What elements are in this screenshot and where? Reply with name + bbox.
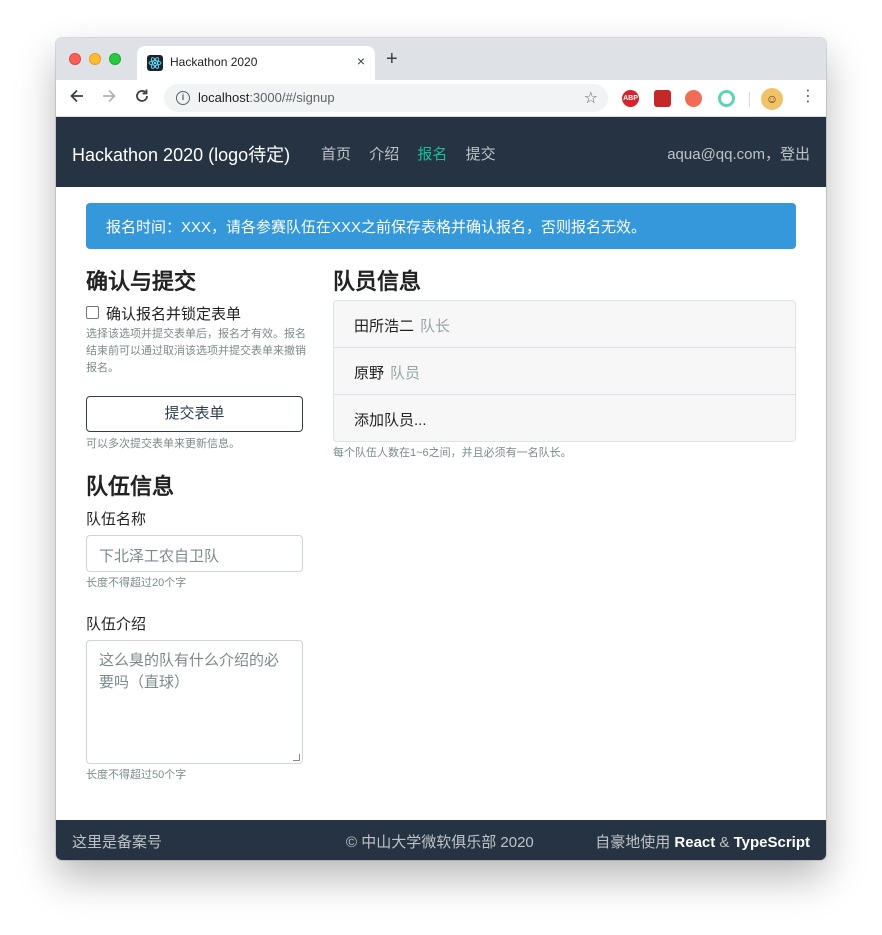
member-item[interactable]: 田所浩二 队长 [334,301,795,348]
confirm-heading: 确认与提交 [86,269,197,294]
footer-powered-by: 自豪地使用 React & TypeScript [595,831,810,852]
footer-icp: 这里是备案号 [72,834,163,851]
tab-close-icon[interactable]: × [357,53,365,69]
info-icon[interactable]: i [176,91,190,105]
user-logout-link[interactable]: aqua@qq.com，登出 [667,143,810,164]
confirm-checkbox[interactable] [86,306,99,319]
url-text[interactable]: localhost:3000/#/signup [198,90,335,105]
member-name: 田所浩二 [354,318,415,335]
adblock-plus-icon[interactable]: ABP [622,90,639,107]
new-tab-button[interactable]: + [386,49,398,69]
team-intro-label: 队伍介绍 [86,616,147,633]
member-role: 队员 [390,365,421,382]
confirm-help: 选择该选项并提交表单后，报名才有效。报名结束前可以通过取消该选项并提交表单来撤销… [86,328,306,374]
footer-powered-prefix: 自豪地使用 [595,834,675,851]
extension-people-icon[interactable] [685,90,702,107]
tab-strip: Hackathon 2020 × + [56,38,826,80]
members-heading: 队员信息 [333,269,422,294]
member-role: 队长 [420,318,451,335]
team-name-input[interactable]: 下北泽工农自卫队 [86,535,303,572]
address-bar[interactable]: i localhost:3000/#/signup ☆ [164,84,608,112]
footer-react: React [674,834,716,851]
nav-link-intro[interactable]: 介绍 [369,146,399,163]
team-intro-placeholder: 这么臭的队有什么介绍的必要吗（直球） [99,652,280,691]
member-item[interactable]: 原野 队员 [334,348,795,395]
confirm-checkbox-label[interactable]: 确认报名并锁定表单 [106,303,241,324]
browser-window: Hackathon 2020 × + i localhost:3000/#/si… [56,38,826,860]
extension-ring-icon[interactable] [718,90,735,107]
toolbar-separator [749,92,750,107]
profile-avatar-icon[interactable]: ☺ [761,88,783,110]
url-host: localhost [198,90,250,105]
members-list: 田所浩二 队长 原野 队员 添加队员... [333,300,796,442]
close-window-button[interactable] [69,53,81,65]
bookmark-star-icon[interactable]: ☆ [584,88,598,108]
browser-toolbar: i localhost:3000/#/signup ☆ ABP ☺ ⋮ [56,80,826,117]
members-help: 每个队伍人数在1~6之间，并且必须有一名队长。 [333,447,572,459]
footer-copyright: © 中山大学微软俱乐部 2020 [346,834,534,851]
extension-red-icon[interactable] [654,90,671,107]
react-favicon-icon [147,55,163,71]
tab-title: Hackathon 2020 [170,55,258,69]
site-navbar: Hackathon 2020 (logo待定) 首页 介绍 报名 提交 aqua… [56,117,826,187]
nav-links: 首页 介绍 报名 提交 [321,143,510,164]
nav-link-home[interactable]: 首页 [321,146,351,163]
browser-tab[interactable]: Hackathon 2020 × [137,46,375,80]
submit-help: 可以多次提交表单来更新信息。 [86,438,240,450]
signup-alert: 报名时间：XXX，请各参赛队伍在XXX之前保存表格并确认报名，否则报名无效。 [86,203,796,249]
forward-arrow-icon[interactable] [100,87,118,110]
back-arrow-icon[interactable] [68,87,86,110]
site-brand[interactable]: Hackathon 2020 (logo待定) [72,141,290,167]
submit-form-button[interactable]: 提交表单 [86,396,303,432]
team-name-label: 队伍名称 [86,511,147,528]
footer-amp: & [715,834,734,851]
minimize-window-button[interactable] [89,53,101,65]
team-intro-help: 长度不得超过50个字 [86,769,187,781]
maximize-window-button[interactable] [109,53,121,65]
team-name-help: 长度不得超过20个字 [86,577,187,589]
menu-kebab-icon[interactable]: ⋮ [800,87,816,107]
reload-icon[interactable] [133,87,151,110]
site-footer: 这里是备案号 © 中山大学微软俱乐部 2020 自豪地使用 React & Ty… [56,820,826,860]
url-path: :3000/#/signup [249,90,335,105]
nav-link-submit[interactable]: 提交 [466,146,496,163]
team-intro-textarea[interactable]: 这么臭的队有什么介绍的必要吗（直球） [86,640,303,764]
member-name: 原野 [354,365,385,382]
resize-handle-icon[interactable] [293,754,300,761]
add-member-item[interactable]: 添加队员... [334,395,795,442]
team-heading: 队伍信息 [86,474,175,499]
nav-link-signup[interactable]: 报名 [417,146,447,163]
footer-typescript: TypeScript [733,834,810,851]
